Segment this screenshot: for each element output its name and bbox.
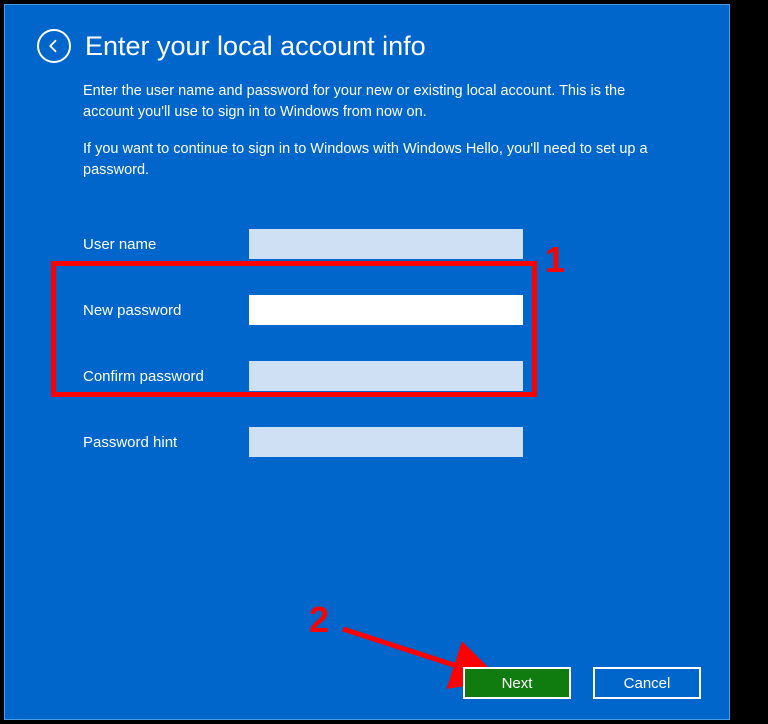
footer-buttons: Next Cancel: [463, 667, 701, 699]
confirmpassword-label: Confirm password: [83, 368, 249, 385]
account-form: User name New password Confirm password …: [83, 229, 697, 457]
back-button[interactable]: [37, 29, 71, 63]
newpassword-row: New password: [83, 295, 697, 325]
next-button[interactable]: Next: [463, 667, 571, 699]
passwordhint-label: Password hint: [83, 434, 249, 451]
username-input[interactable]: [249, 229, 523, 259]
intro-paragraph-1: Enter the user name and password for you…: [83, 81, 663, 123]
confirmpassword-input[interactable]: [249, 361, 523, 391]
passwordhint-input[interactable]: [249, 427, 523, 457]
username-label: User name: [83, 236, 249, 253]
confirmpassword-row: Confirm password: [83, 361, 697, 391]
cancel-button[interactable]: Cancel: [593, 667, 701, 699]
annotation-step-2: 2: [309, 599, 329, 641]
newpassword-input[interactable]: [249, 295, 523, 325]
page-title: Enter your local account info: [85, 31, 426, 62]
header: Enter your local account info: [37, 29, 697, 63]
username-row: User name: [83, 229, 697, 259]
newpassword-label: New password: [83, 302, 249, 319]
passwordhint-row: Password hint: [83, 427, 697, 457]
intro-paragraph-2: If you want to continue to sign in to Wi…: [83, 139, 663, 181]
local-account-setup-window: Enter your local account info Enter the …: [4, 4, 730, 720]
arrow-left-icon: [45, 37, 63, 55]
